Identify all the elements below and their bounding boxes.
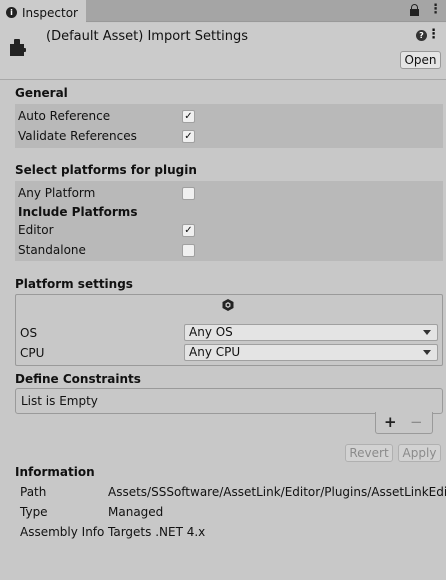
tab-inspector[interactable]: i Inspector bbox=[0, 0, 86, 23]
tab-label: Inspector bbox=[22, 5, 78, 20]
standalone-platform-checkbox[interactable] bbox=[182, 244, 195, 257]
cpu-dropdown-value: Any CPU bbox=[189, 345, 241, 359]
type-label: Type bbox=[20, 505, 48, 519]
any-platform-checkbox[interactable] bbox=[182, 187, 195, 200]
apply-button[interactable]: Apply bbox=[398, 444, 441, 462]
os-dropdown[interactable]: Any OS bbox=[184, 324, 438, 341]
validate-references-checkbox[interactable]: ✓ bbox=[182, 130, 195, 143]
assembly-info-value: Targets .NET 4.x bbox=[108, 525, 206, 539]
remove-constraint-button[interactable]: − bbox=[410, 413, 423, 431]
page-title: (Default Asset) Import Settings bbox=[46, 29, 249, 44]
type-value: Managed bbox=[108, 505, 164, 519]
general-section-title: General bbox=[15, 86, 68, 100]
lock-icon[interactable] bbox=[410, 3, 419, 16]
chevron-down-icon bbox=[423, 330, 431, 335]
plugin-icon bbox=[10, 39, 26, 56]
kebab-menu-icon[interactable]: ⋮ bbox=[429, 3, 442, 16]
validate-references-label: Validate References bbox=[18, 129, 137, 143]
header-kebab-menu-icon[interactable]: ⋮ bbox=[427, 28, 440, 41]
editor-platform-label: Editor bbox=[18, 223, 54, 237]
assembly-info-label: Assembly Info bbox=[20, 525, 105, 539]
platforms-section-title: Select platforms for plugin bbox=[15, 163, 197, 177]
os-dropdown-value: Any OS bbox=[189, 325, 233, 339]
cpu-dropdown[interactable]: Any CPU bbox=[184, 344, 438, 361]
unity-logo-icon[interactable] bbox=[221, 298, 235, 312]
define-constraints-title: Define Constraints bbox=[15, 372, 141, 386]
os-label: OS bbox=[20, 326, 38, 340]
information-title: Information bbox=[15, 465, 95, 479]
info-icon: i bbox=[6, 7, 17, 18]
revert-button[interactable]: Revert bbox=[345, 444, 393, 462]
inspector-header: (Default Asset) Import Settings ? ⋮ Open bbox=[0, 23, 446, 80]
add-constraint-button[interactable]: + bbox=[384, 413, 397, 431]
platform-settings-title: Platform settings bbox=[15, 277, 133, 291]
path-value: Assets/SSSoftware/AssetLink/Editor/Plugi… bbox=[108, 485, 446, 499]
cpu-label: CPU bbox=[20, 346, 45, 360]
tab-tools: ⋮ bbox=[410, 3, 442, 16]
list-empty-text: List is Empty bbox=[21, 394, 98, 408]
auto-reference-label: Auto Reference bbox=[18, 109, 111, 123]
tab-bar: i Inspector ⋮ bbox=[0, 0, 446, 23]
auto-reference-checkbox[interactable]: ✓ bbox=[182, 110, 195, 123]
standalone-platform-label: Standalone bbox=[18, 243, 86, 257]
open-button[interactable]: Open bbox=[400, 51, 441, 69]
chevron-down-icon bbox=[423, 350, 431, 355]
editor-platform-checkbox[interactable]: ✓ bbox=[182, 224, 195, 237]
any-platform-label: Any Platform bbox=[18, 186, 96, 200]
help-icon[interactable]: ? bbox=[416, 30, 427, 41]
include-platforms-title: Include Platforms bbox=[18, 205, 138, 219]
path-label: Path bbox=[20, 485, 47, 499]
